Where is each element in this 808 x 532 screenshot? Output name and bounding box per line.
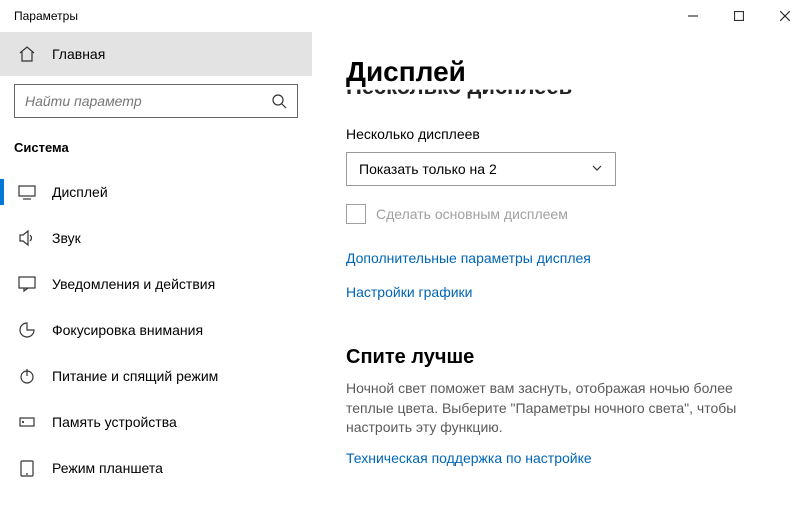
minimize-button[interactable]: [670, 0, 716, 32]
multi-displays-label: Несколько дисплеев: [346, 126, 766, 142]
support-link[interactable]: Техническая поддержка по настройке: [346, 450, 766, 466]
sidebar-item-label: Дисплей: [52, 184, 108, 200]
home-icon: [18, 45, 36, 63]
dropdown-value: Показать только на 2: [359, 161, 497, 177]
sidebar-item-label: Звук: [52, 230, 81, 246]
search-input[interactable]: [14, 84, 298, 118]
page-title: Дисплей: [346, 56, 766, 88]
sidebar-item-power[interactable]: Питание и спящий режим: [0, 353, 312, 399]
sidebar-item-sound[interactable]: Звук: [0, 215, 312, 261]
tablet-icon: [18, 459, 36, 477]
search-field[interactable]: [25, 93, 287, 109]
sidebar: Главная Система Дисплей Звук Уведомления…: [0, 32, 312, 532]
chevron-down-icon: [591, 161, 603, 177]
sidebar-item-label: Уведомления и действия: [52, 276, 215, 292]
sleep-text: Ночной свет поможет вам заснуть, отображ…: [346, 379, 766, 438]
sidebar-item-focus[interactable]: Фокусировка внимания: [0, 307, 312, 353]
sidebar-item-label: Фокусировка внимания: [52, 322, 203, 338]
sound-icon: [18, 229, 36, 247]
display-mode-dropdown[interactable]: Показать только на 2: [346, 152, 616, 186]
checkbox-icon: [346, 204, 366, 224]
home-label: Главная: [52, 46, 105, 62]
sidebar-item-label: Память устройства: [52, 414, 177, 430]
close-button[interactable]: [762, 0, 808, 32]
checkbox-label: Сделать основным дисплеем: [376, 206, 568, 222]
content-area: Дисплей Несколько дисплеев Несколько дис…: [312, 32, 808, 532]
home-button[interactable]: Главная: [0, 32, 312, 76]
maximize-button[interactable]: [716, 0, 762, 32]
sleep-heading: Спите лучше: [346, 346, 766, 369]
storage-icon: [18, 413, 36, 431]
focus-icon: [18, 321, 36, 339]
sidebar-item-label: Режим планшета: [52, 460, 163, 476]
display-icon: [18, 183, 36, 201]
sidebar-item-notifications[interactable]: Уведомления и действия: [0, 261, 312, 307]
advanced-display-link[interactable]: Дополнительные параметры дисплея: [346, 250, 766, 266]
power-icon: [18, 367, 36, 385]
search-icon: [271, 93, 287, 114]
graphics-settings-link[interactable]: Настройки графики: [346, 284, 766, 300]
sidebar-item-label: Питание и спящий режим: [52, 368, 218, 384]
sidebar-item-display[interactable]: Дисплей: [0, 169, 312, 215]
primary-display-checkbox: Сделать основным дисплеем: [346, 204, 766, 224]
notifications-icon: [18, 275, 36, 293]
sidebar-item-storage[interactable]: Память устройства: [0, 399, 312, 445]
window-title: Параметры: [14, 9, 78, 23]
sidebar-item-tablet[interactable]: Режим планшета: [0, 445, 312, 491]
section-label: Система: [0, 118, 312, 169]
